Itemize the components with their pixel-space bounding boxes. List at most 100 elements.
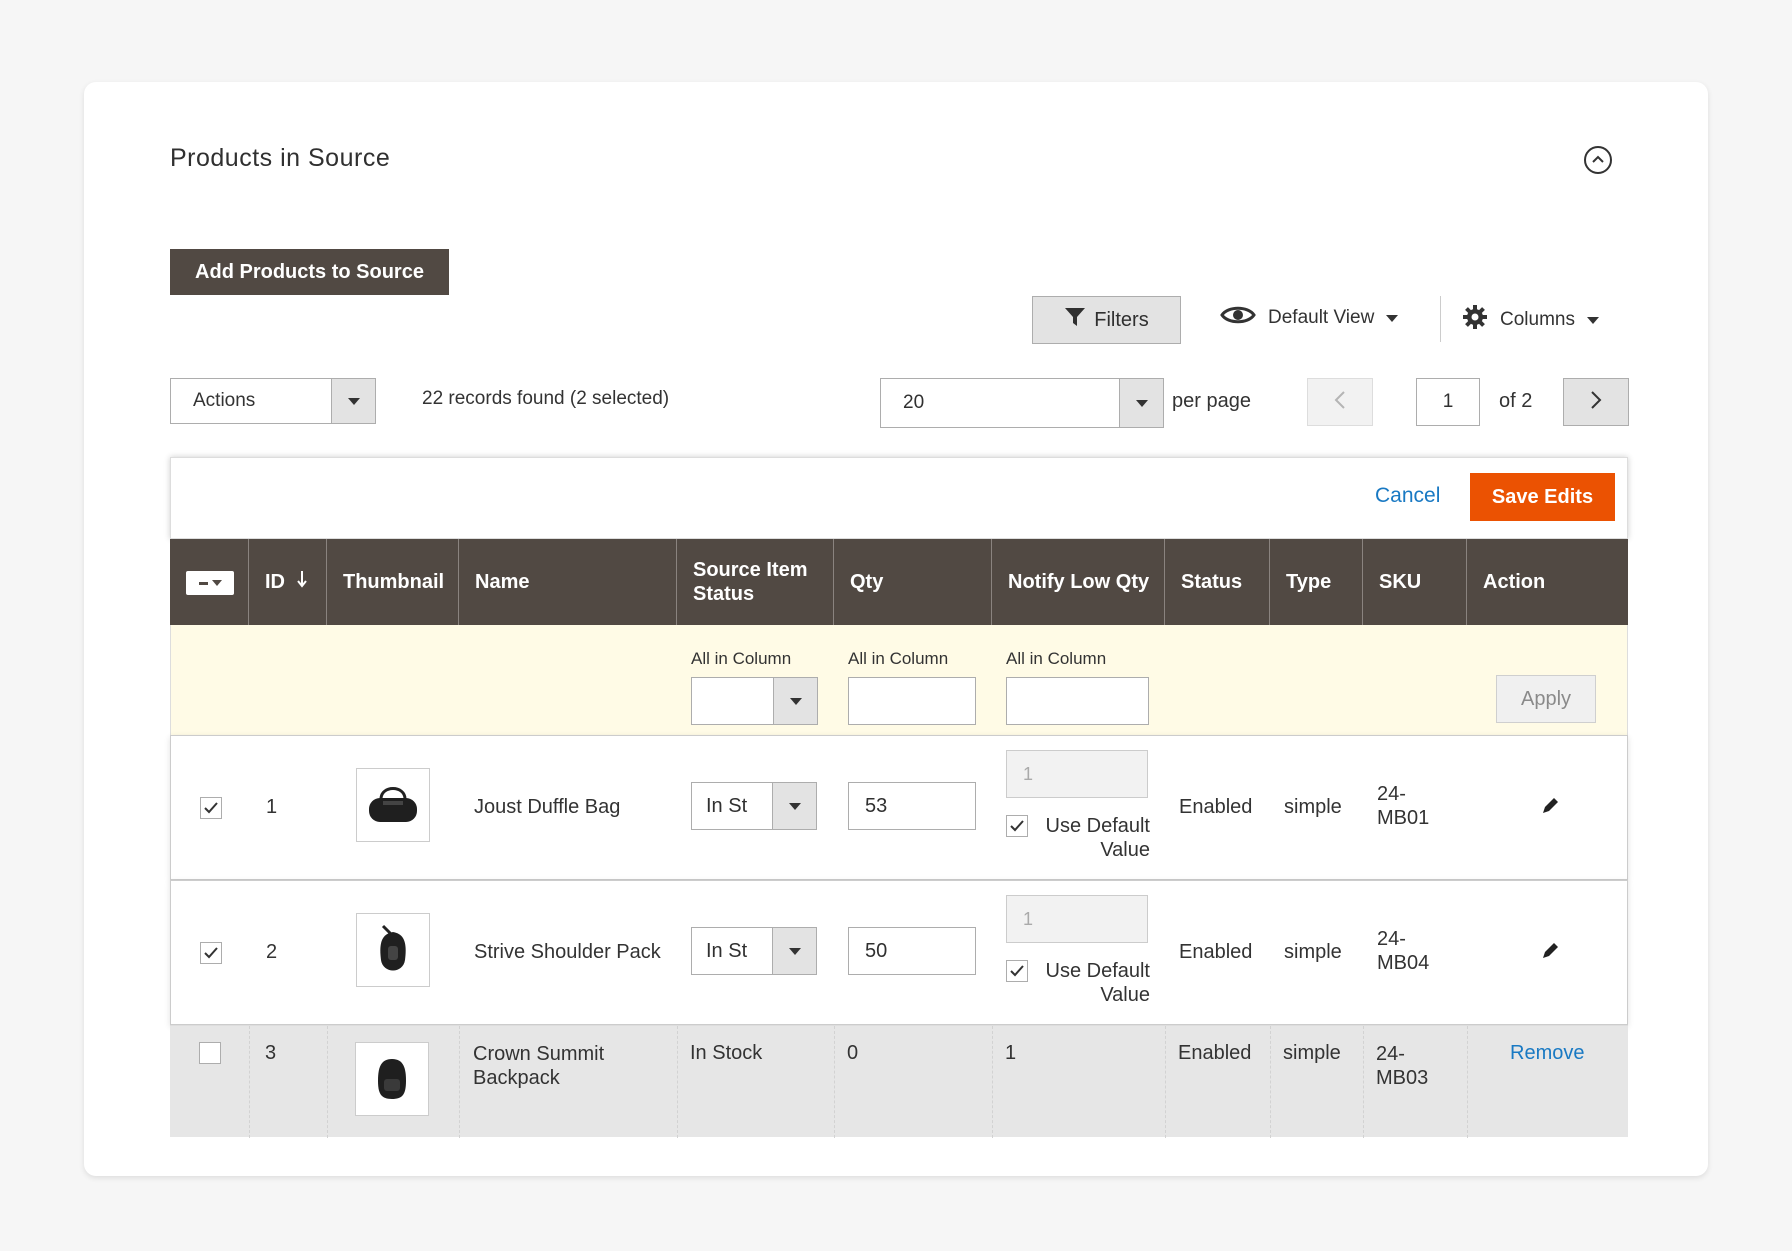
all-notify-qty-input[interactable] [1006,677,1149,725]
sort-arrow-down-icon [297,570,307,594]
pencil-icon[interactable] [1540,941,1560,966]
row-checkbox[interactable] [199,1042,221,1064]
product-sku: 24- MB01 [1377,783,1430,829]
add-products-button[interactable]: Add Products to Source [170,249,449,295]
chevron-down-icon [772,783,816,829]
chevron-down-icon [1386,314,1399,322]
chevron-right-icon [1589,390,1603,415]
product-name: Strive Shoulder Pack [474,941,661,963]
default-view-label: Default View [1268,307,1375,328]
column-header-thumbnail: Thumbnail [327,539,459,625]
table-row[interactable]: 3 Crown Summit Backpack In Stock 0 1 Enab… [170,1025,1628,1138]
product-type: simple [1284,941,1342,963]
collapse-icon[interactable] [1584,146,1612,174]
use-default-checkbox[interactable] [1006,960,1028,982]
next-page-button[interactable] [1563,378,1629,426]
column-header-sku[interactable]: SKU [1363,539,1467,625]
notify-qty-input: 1 [1006,750,1148,798]
grid-header: ID Thumbnail Name Source Item Status Qty… [170,539,1628,625]
default-view-dropdown[interactable]: Default View [1220,304,1399,332]
use-default-checkbox[interactable] [1006,815,1028,837]
source-status-select[interactable]: In St [691,782,817,830]
products-grid: Cancel Save Edits ID Thumbnail Name Sour… [170,457,1628,1138]
column-header-type[interactable]: Type [1270,539,1363,625]
column-header-notify-low-qty[interactable]: Notify Low Qty [992,539,1165,625]
notify-qty-input: 1 [1006,895,1148,943]
filters-button[interactable]: Filters [1032,296,1181,344]
source-status-select[interactable]: In St [691,927,817,975]
actions-label: Actions [193,390,256,411]
product-type: simple [1283,1042,1341,1064]
product-status: Enabled [1178,1042,1252,1064]
toolbar-divider [1440,296,1441,342]
previous-page-button[interactable] [1307,378,1373,426]
inline-edit-bar: Cancel Save Edits [170,457,1628,539]
per-page-label: per page [1172,390,1251,412]
qty-input[interactable]: 53 [848,782,976,830]
all-in-column-label: All in Column [691,649,792,668]
product-thumbnail[interactable] [356,913,430,987]
apply-all-row: All in Column All in Column All in Colum… [170,625,1628,735]
apply-button[interactable]: Apply [1496,675,1596,723]
chevron-left-icon [1333,390,1347,415]
filters-label: Filters [1094,308,1149,331]
remove-link[interactable]: Remove [1510,1042,1584,1065]
actions-select[interactable]: Actions [170,378,376,424]
product-type: simple [1284,796,1342,818]
columns-label: Columns [1500,309,1575,330]
column-header-source-item-status[interactable]: Source Item Status [677,539,834,625]
product-sku: 24- MB03 [1376,1043,1429,1089]
gear-icon [1462,304,1488,336]
page-number-input[interactable]: 1 [1416,378,1480,426]
chevron-down-icon [331,379,375,423]
products-in-source-panel: Products in Source Add Products to Sourc… [84,82,1708,1176]
section-title: Products in Source [170,144,391,172]
duffle-bag-icon [369,787,417,822]
columns-dropdown[interactable]: Columns [1462,304,1599,336]
per-page-select[interactable]: 20 [880,378,1164,428]
product-sku: 24- MB04 [1377,928,1430,974]
row-id: 3 [265,1042,277,1064]
pencil-icon[interactable] [1540,796,1560,821]
filter-icon [1064,306,1086,334]
row-id: 1 [266,796,278,818]
cancel-link[interactable]: Cancel [1375,484,1440,508]
all-in-column-label: All in Column [848,649,949,668]
product-name: Crown Summit Backpack [473,1043,605,1089]
notify-low-qty: 1 [1005,1042,1017,1064]
product-thumbnail[interactable] [355,1042,429,1116]
chevron-down-icon [1119,379,1163,427]
all-source-status-select[interactable] [691,677,818,725]
product-status: Enabled [1179,796,1253,818]
row-id: 2 [266,941,278,963]
mass-select-column [170,539,249,625]
use-default-label: Use Default Value [1045,960,1151,1006]
source-item-status: In Stock [690,1042,763,1064]
chevron-down-icon [773,678,817,724]
row-checkbox[interactable] [200,942,222,964]
eye-icon [1220,304,1256,332]
column-header-qty[interactable]: Qty [834,539,992,625]
qty-input[interactable]: 50 [848,927,976,975]
per-page-value: 20 [903,392,925,413]
column-header-id[interactable]: ID [249,539,327,625]
all-in-column-label: All in Column [1006,649,1107,668]
records-count: 22 records found (2 selected) [422,388,670,409]
use-default-label: Use Default Value [1045,815,1151,861]
table-row: 1 Joust Duffle Bag In St 53 1 Use Defaul… [170,735,1628,880]
column-header-name[interactable]: Name [459,539,677,625]
product-qty: 0 [847,1042,859,1064]
save-edits-button[interactable]: Save Edits [1470,473,1615,521]
all-qty-input[interactable] [848,677,976,725]
mass-select-dropdown[interactable] [186,571,234,595]
product-thumbnail[interactable] [356,768,430,842]
column-header-action: Action [1483,571,1546,593]
shoulder-pack-icon [380,924,406,971]
backpack-icon [378,1059,406,1099]
chevron-down-icon [1586,316,1599,324]
table-row: 2 Strive Shoulder Pack In St 50 1 Use De… [170,880,1628,1025]
row-checkbox[interactable] [200,797,222,819]
chevron-down-icon [772,928,816,974]
column-header-status[interactable]: Status [1165,539,1270,625]
page-total: of 2 [1499,390,1533,412]
